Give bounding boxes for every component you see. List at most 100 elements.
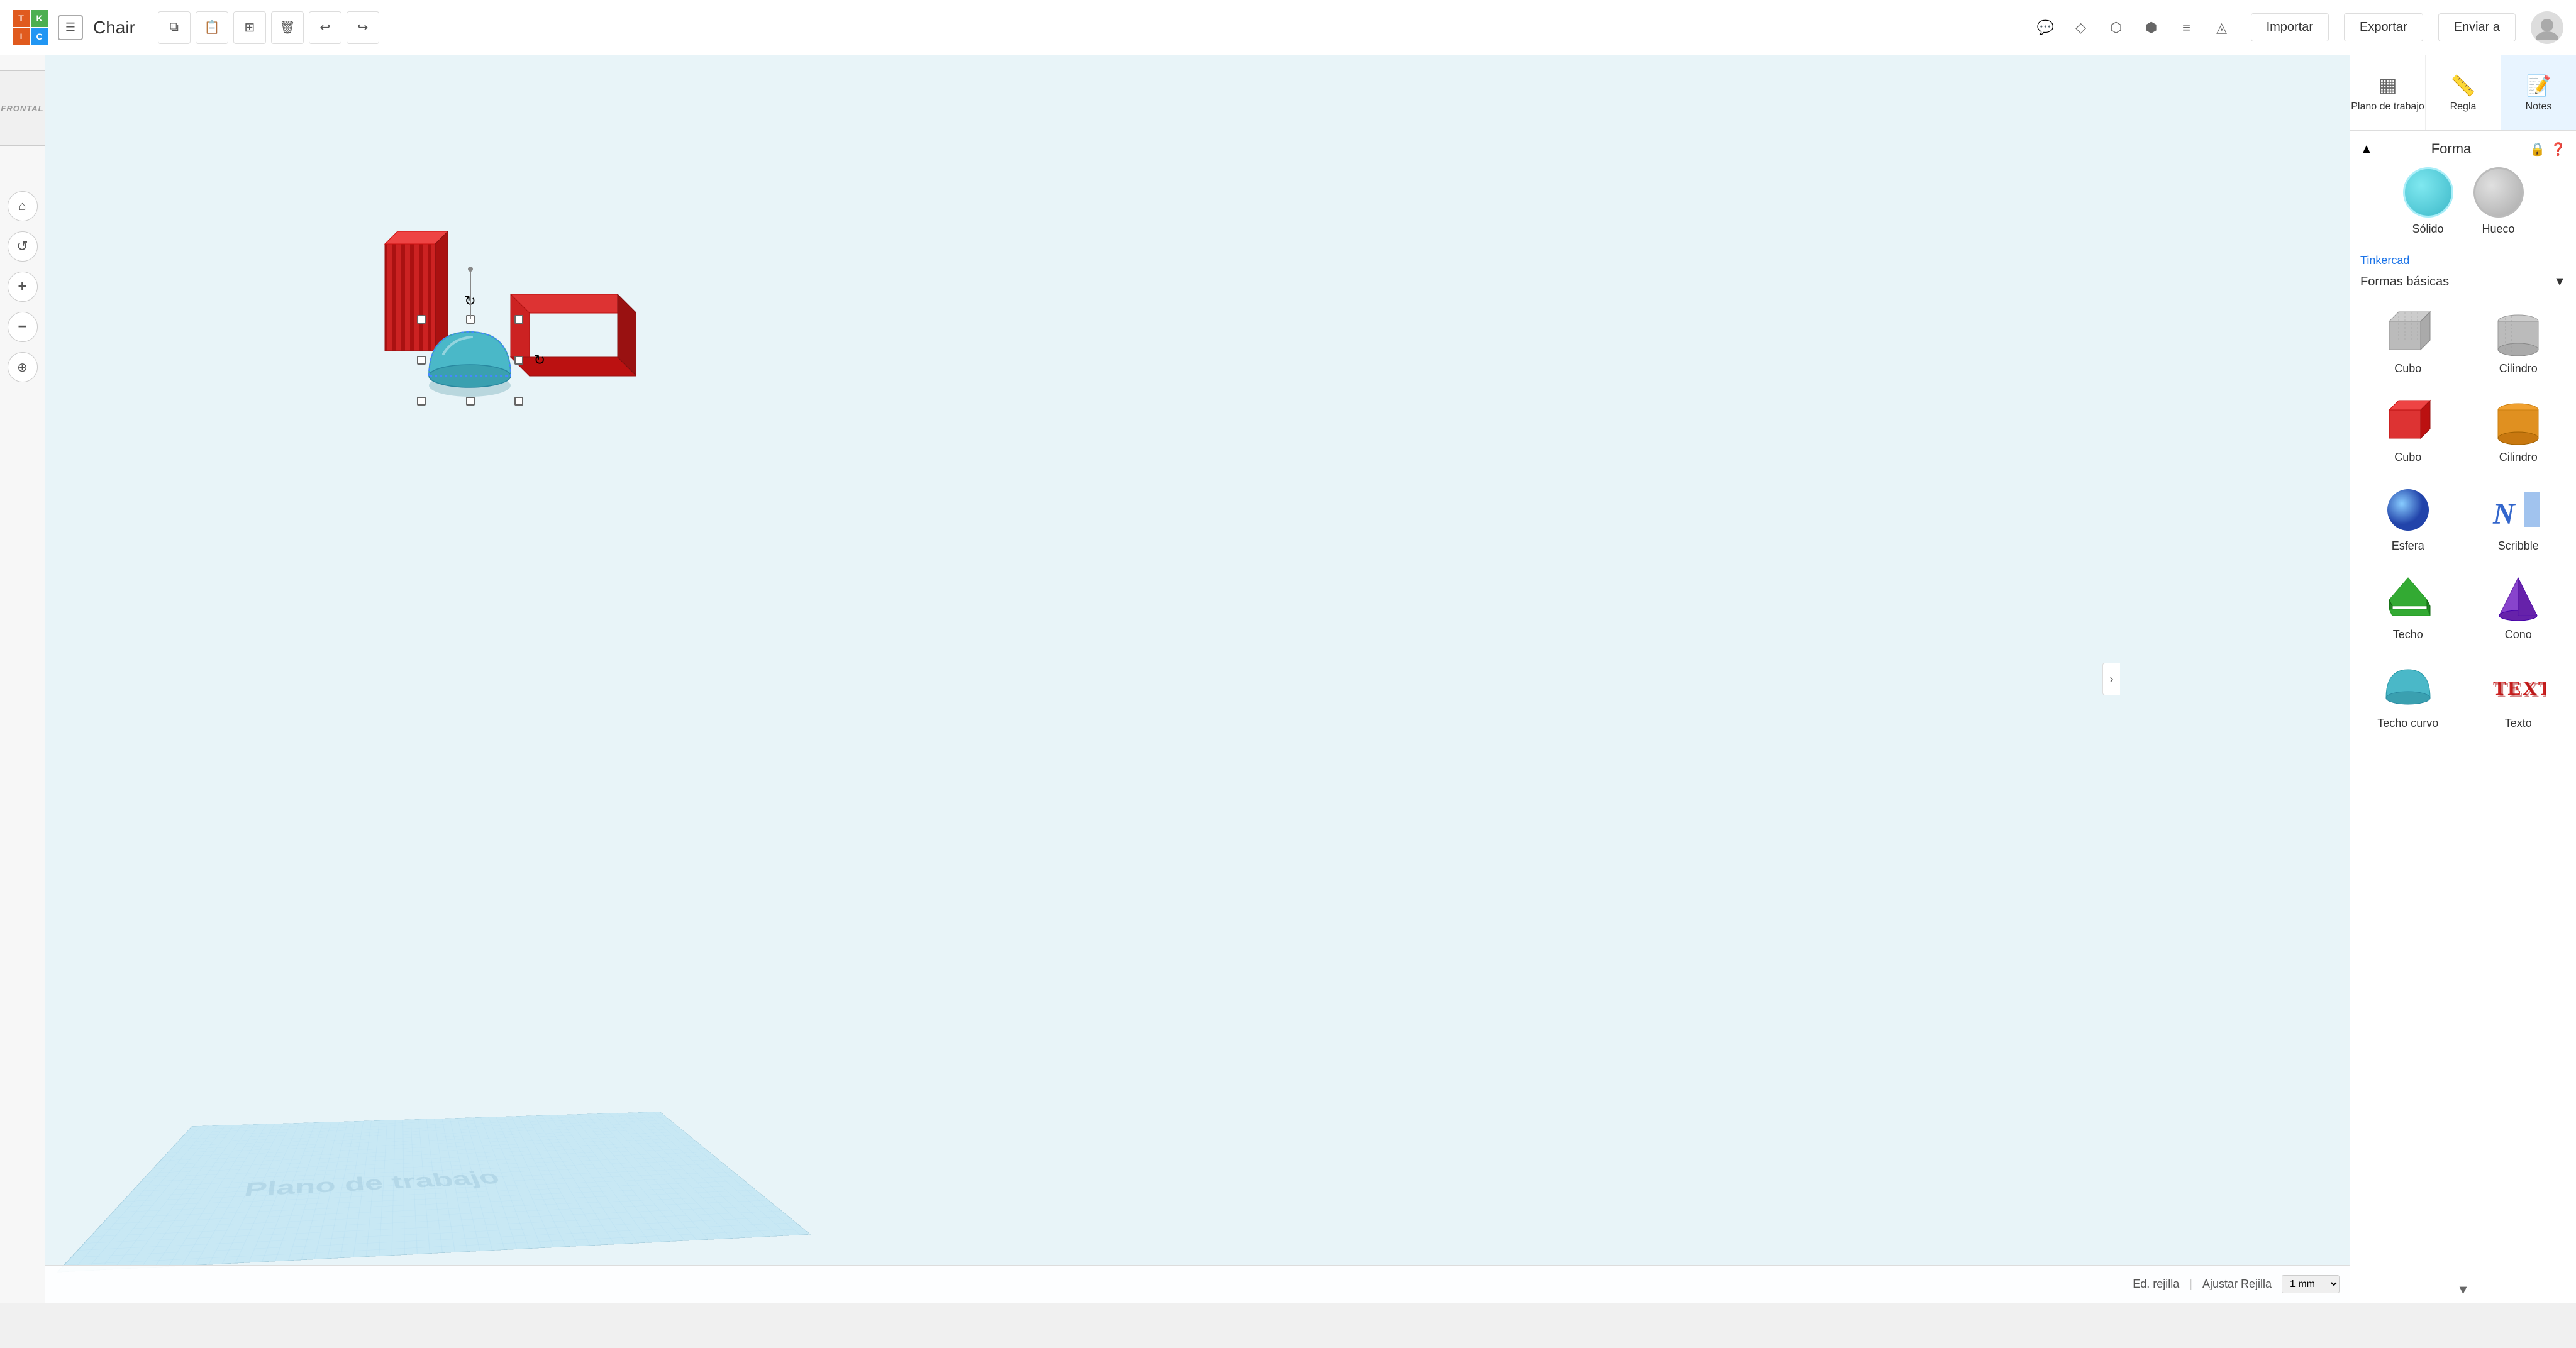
techo-green-label: Techo	[2393, 628, 2423, 641]
copy-btn[interactable]: ⧉	[158, 11, 191, 44]
top-tools: 💬 ◇ ⬡ ⬢ ≡ ◬	[2032, 14, 2236, 41]
hole-tool-icon[interactable]: ⬢	[2138, 14, 2165, 41]
handle-tr[interactable]	[514, 315, 523, 324]
fit-view-btn[interactable]: ⊕	[8, 352, 38, 382]
shape-scribble[interactable]: N Scribble	[2468, 479, 2569, 558]
shape-red-box[interactable]	[498, 294, 636, 385]
topbar: T K I C ☰ Chair ⧉ 📋 ⊞ 🗑 ↩ ↪ 💬 ◇ ⬡ ⬢ ≡ ◬ …	[0, 0, 2576, 55]
snap-tool-icon[interactable]: ◇	[2067, 14, 2095, 41]
info-icon[interactable]: ❓	[2550, 141, 2566, 157]
right-panel-tabs: ▦ Plano de trabajo 📏 Regla 📝 Notes	[2350, 55, 2576, 131]
shape-cono-purple[interactable]: Cono	[2468, 568, 2569, 646]
shape-cubo-gray[interactable]: Cubo	[2358, 302, 2458, 380]
cubo-red-icon	[2377, 395, 2440, 446]
tab-notes[interactable]: 📝 Notes	[2501, 55, 2576, 130]
tinkercad-brand-label: Tinkercad	[2358, 254, 2568, 267]
paste-btn[interactable]: 📋	[196, 11, 228, 44]
shapes-library: Tinkercad Formas básicas ▼	[2350, 246, 2576, 1278]
undo-btn[interactable]: ↩	[309, 11, 341, 44]
union-tool-icon[interactable]: ⬡	[2102, 14, 2130, 41]
zoom-out-btn[interactable]: −	[8, 312, 38, 342]
cubo-gray-icon	[2377, 307, 2440, 357]
shape-panel: ▲ Forma 🔒 ❓ Sólido Hueco	[2350, 131, 2576, 246]
texto-label: Texto	[2505, 717, 2532, 730]
redo-btn[interactable]: ↪	[347, 11, 379, 44]
techo-curvo-icon	[2377, 661, 2440, 712]
handle-tl[interactable]	[417, 315, 426, 324]
exportar-btn[interactable]: Exportar	[2344, 13, 2423, 41]
cubo-red-label: Cubo	[2394, 451, 2421, 464]
align-tool-icon[interactable]: ≡	[2173, 14, 2201, 41]
tab-plano[interactable]: ▦ Plano de trabajo	[2350, 55, 2426, 130]
shape-teal-halfsphere[interactable]: ↻ ↻	[421, 319, 519, 401]
svg-text:TEXT: TEXT	[2495, 678, 2546, 701]
tab-regla[interactable]: 📏 Regla	[2426, 55, 2501, 130]
regla-label: Regla	[2450, 101, 2477, 113]
shape-cubo-red[interactable]: Cubo	[2358, 390, 2458, 469]
cilindro-gray-icon	[2487, 307, 2550, 357]
main-layout: FRONTAL ⌂ ↺ + − ⊕ Plano de trabajo	[0, 55, 2576, 1303]
project-title[interactable]: Chair	[93, 18, 135, 38]
home-view-btn[interactable]: ⌂	[8, 191, 38, 221]
shape-texto[interactable]: TEXT TEXT Texto	[2468, 656, 2569, 735]
shape-options: Sólido Hueco	[2360, 167, 2566, 236]
shapes-scroll-down-icon[interactable]: ▼	[2457, 1283, 2470, 1297]
delete-btn[interactable]: 🗑	[271, 11, 304, 44]
cilindro-gray-label: Cilindro	[2499, 362, 2538, 375]
height-indicator	[470, 269, 471, 319]
toolbar-actions: ⧉ 📋 ⊞ 🗑 ↩ ↪	[158, 11, 379, 44]
grid-plane	[57, 1112, 811, 1273]
shape-esfera-blue[interactable]: Esfera	[2358, 479, 2458, 558]
shape-techo-curvo[interactable]: Techo curvo	[2358, 656, 2458, 735]
handle-bm[interactable]	[466, 397, 475, 406]
topbar-right: 💬 ◇ ⬡ ⬢ ≡ ◬ Importar Exportar Enviar a	[2032, 11, 2563, 44]
app-logo: T K I C	[13, 10, 48, 45]
importar-btn[interactable]: Importar	[2251, 13, 2329, 41]
rotation-handle-right[interactable]: ↻	[534, 352, 545, 368]
project-menu-icon[interactable]: ☰	[58, 15, 83, 40]
rotate-view-btn[interactable]: ↺	[8, 231, 38, 262]
notes-label: Notes	[2526, 101, 2552, 113]
logo-tin: T	[13, 10, 30, 27]
regla-icon: 📏	[2451, 74, 2476, 97]
duplicate-btn[interactable]: ⊞	[233, 11, 266, 44]
hollow-circle	[2473, 167, 2524, 218]
user-avatar[interactable]	[2531, 11, 2563, 44]
shapes-grid: Cubo Cilindro	[2358, 302, 2568, 735]
basic-shapes-title: Formas básicas	[2360, 275, 2449, 289]
mirror-tool-icon[interactable]: ◬	[2208, 14, 2236, 41]
shape-techo-green[interactable]: Techo	[2358, 568, 2458, 646]
basic-shapes-arrow-icon[interactable]: ▼	[2553, 275, 2566, 289]
handle-bl[interactable]	[417, 397, 426, 406]
front-view-label: FRONTAL	[1, 104, 43, 113]
panel-toggle-btn[interactable]: ›	[2102, 663, 2120, 695]
lock-icon[interactable]: 🔒	[2529, 141, 2545, 157]
status-bar: Ed. rejilla | Ajustar Rejilla 1 mm 0.5 m…	[45, 1265, 2350, 1303]
zoom-in-btn[interactable]: +	[8, 272, 38, 302]
cono-purple-icon	[2487, 573, 2550, 623]
enviar-btn[interactable]: Enviar a	[2438, 13, 2516, 41]
shape-panel-collapse-icon[interactable]: ▲	[2360, 142, 2373, 157]
hollow-label: Hueco	[2482, 223, 2514, 236]
esfera-blue-label: Esfera	[2392, 539, 2424, 553]
handle-mr[interactable]	[514, 356, 523, 365]
texto-icon: TEXT TEXT	[2487, 661, 2550, 712]
logo-cad: C	[31, 28, 48, 45]
hollow-option[interactable]: Hueco	[2473, 167, 2524, 236]
svg-text:N: N	[2492, 497, 2516, 531]
shape-cilindro-gray[interactable]: Cilindro	[2468, 302, 2569, 380]
cubo-gray-label: Cubo	[2394, 362, 2421, 375]
ajustar-rejilla-label: Ajustar Rejilla	[2202, 1278, 2272, 1291]
shape-cilindro-orange[interactable]: Cilindro	[2468, 390, 2569, 469]
comment-tool-icon[interactable]: 💬	[2032, 14, 2060, 41]
ed-rejilla-label: Ed. rejilla	[2133, 1278, 2179, 1291]
cono-purple-label: Cono	[2505, 628, 2532, 641]
grid-size-select[interactable]: 1 mm 0.5 mm 2 mm 5 mm	[2282, 1275, 2340, 1293]
scribble-icon: N	[2487, 484, 2550, 534]
shape-panel-title: Forma	[2431, 141, 2472, 157]
solid-option[interactable]: Sólido	[2403, 167, 2453, 236]
canvas-area[interactable]: Plano de trabajo	[45, 55, 2350, 1303]
handle-ml[interactable]	[417, 356, 426, 365]
shape-panel-header: ▲ Forma 🔒 ❓	[2360, 141, 2566, 157]
handle-br[interactable]	[514, 397, 523, 406]
